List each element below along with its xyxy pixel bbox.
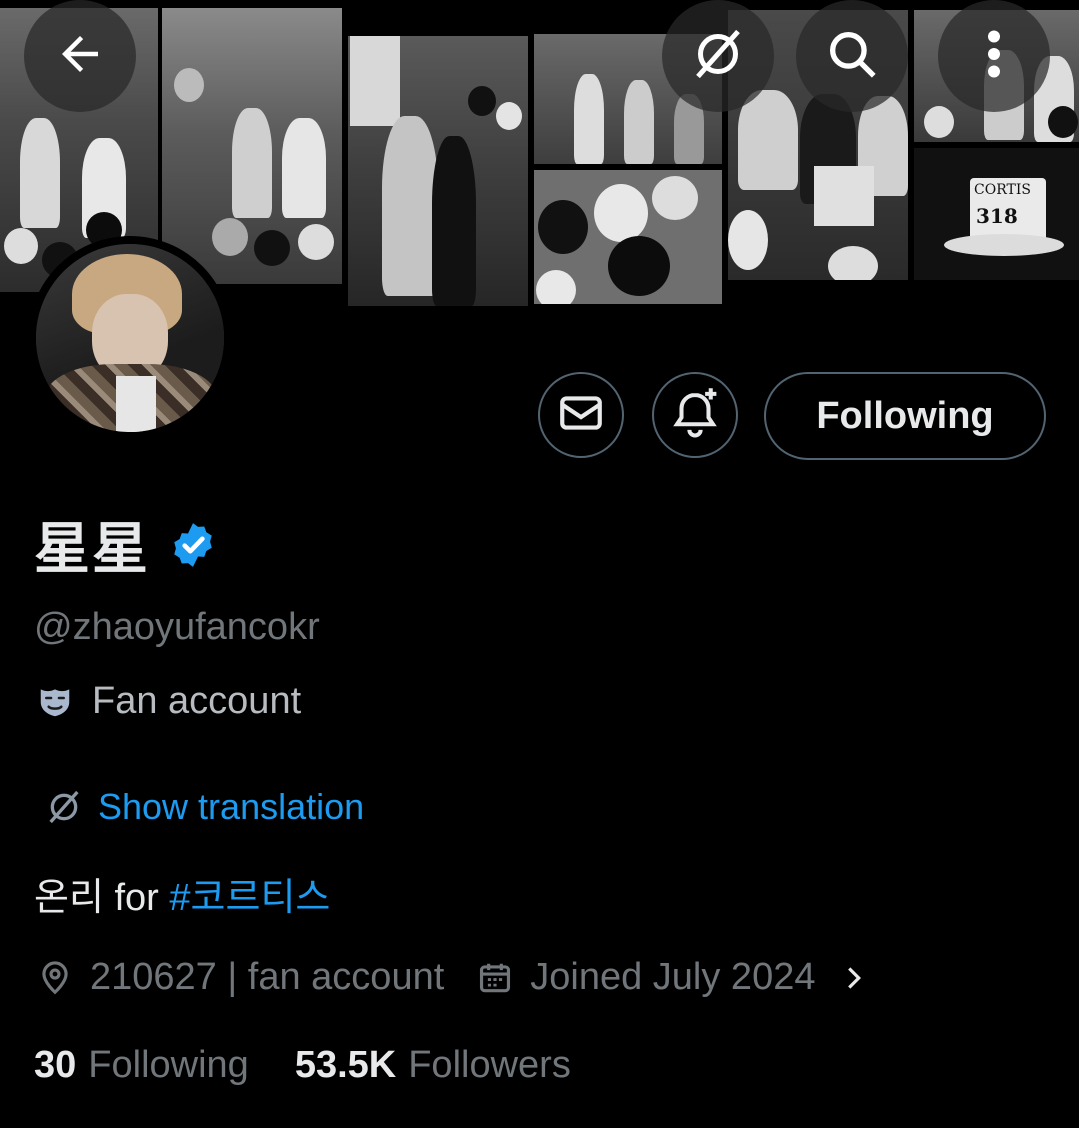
translate-button[interactable] (662, 0, 774, 112)
search-icon (823, 25, 881, 88)
followers-count: 53.5K (294, 1044, 397, 1086)
notifications-button[interactable] (652, 372, 738, 458)
bio: 온리 for #코르티스 (34, 866, 330, 921)
chevron-right-icon[interactable] (841, 959, 867, 997)
banner-photo (348, 36, 528, 306)
mail-icon (556, 388, 606, 443)
following-count: 30 (34, 1044, 77, 1086)
follow-stats: 30 Following 53.5K Followers (34, 1044, 571, 1087)
back-button[interactable] (24, 0, 136, 112)
display-name: 星星 (34, 517, 150, 582)
banner-photo (534, 170, 722, 304)
search-button[interactable] (796, 0, 908, 112)
more-vertical-icon (979, 24, 1009, 89)
arrow-left-icon (53, 27, 107, 86)
cake-number: 318 (976, 204, 1018, 228)
avatar-image (36, 244, 224, 432)
display-name-row: 星星 (34, 504, 218, 585)
more-button[interactable] (938, 0, 1050, 112)
following-label: Following (88, 1044, 249, 1086)
handle: @zhaoyufancokr (34, 606, 320, 648)
show-translation-link[interactable]: Show translation (44, 786, 364, 828)
banner-photo: CORTIS 318 (914, 148, 1079, 280)
following-button[interactable]: Following (764, 372, 1046, 460)
bell-plus-icon (668, 386, 722, 445)
translate-icon (688, 24, 748, 89)
show-translation-text: Show translation (98, 786, 365, 827)
avatar[interactable] (28, 236, 232, 440)
bio-hashtag-link[interactable]: #코르티스 (169, 877, 330, 919)
profile-meta: 210627 | fan account Joined July 2024 (36, 956, 867, 999)
masks-icon (36, 683, 74, 721)
followers-label: Followers (408, 1044, 571, 1086)
location-icon (36, 959, 74, 997)
following-stat[interactable]: 30 Following (34, 1044, 249, 1087)
cake-text: CORTIS (974, 182, 1031, 198)
affiliation-text: Fan account (92, 680, 302, 722)
followers-stat[interactable]: 53.5K Followers (295, 1044, 571, 1087)
message-button[interactable] (538, 372, 624, 458)
verified-badge-icon[interactable] (168, 520, 218, 570)
affiliation-label: Fan account (36, 680, 301, 723)
joined-text: Joined July 2024 (530, 956, 816, 998)
translate-icon (44, 787, 84, 827)
location-text: 210627 | fan account (90, 956, 445, 998)
bio-text: 온리 for (34, 877, 170, 919)
banner-photo (162, 8, 342, 284)
calendar-icon (476, 959, 514, 997)
